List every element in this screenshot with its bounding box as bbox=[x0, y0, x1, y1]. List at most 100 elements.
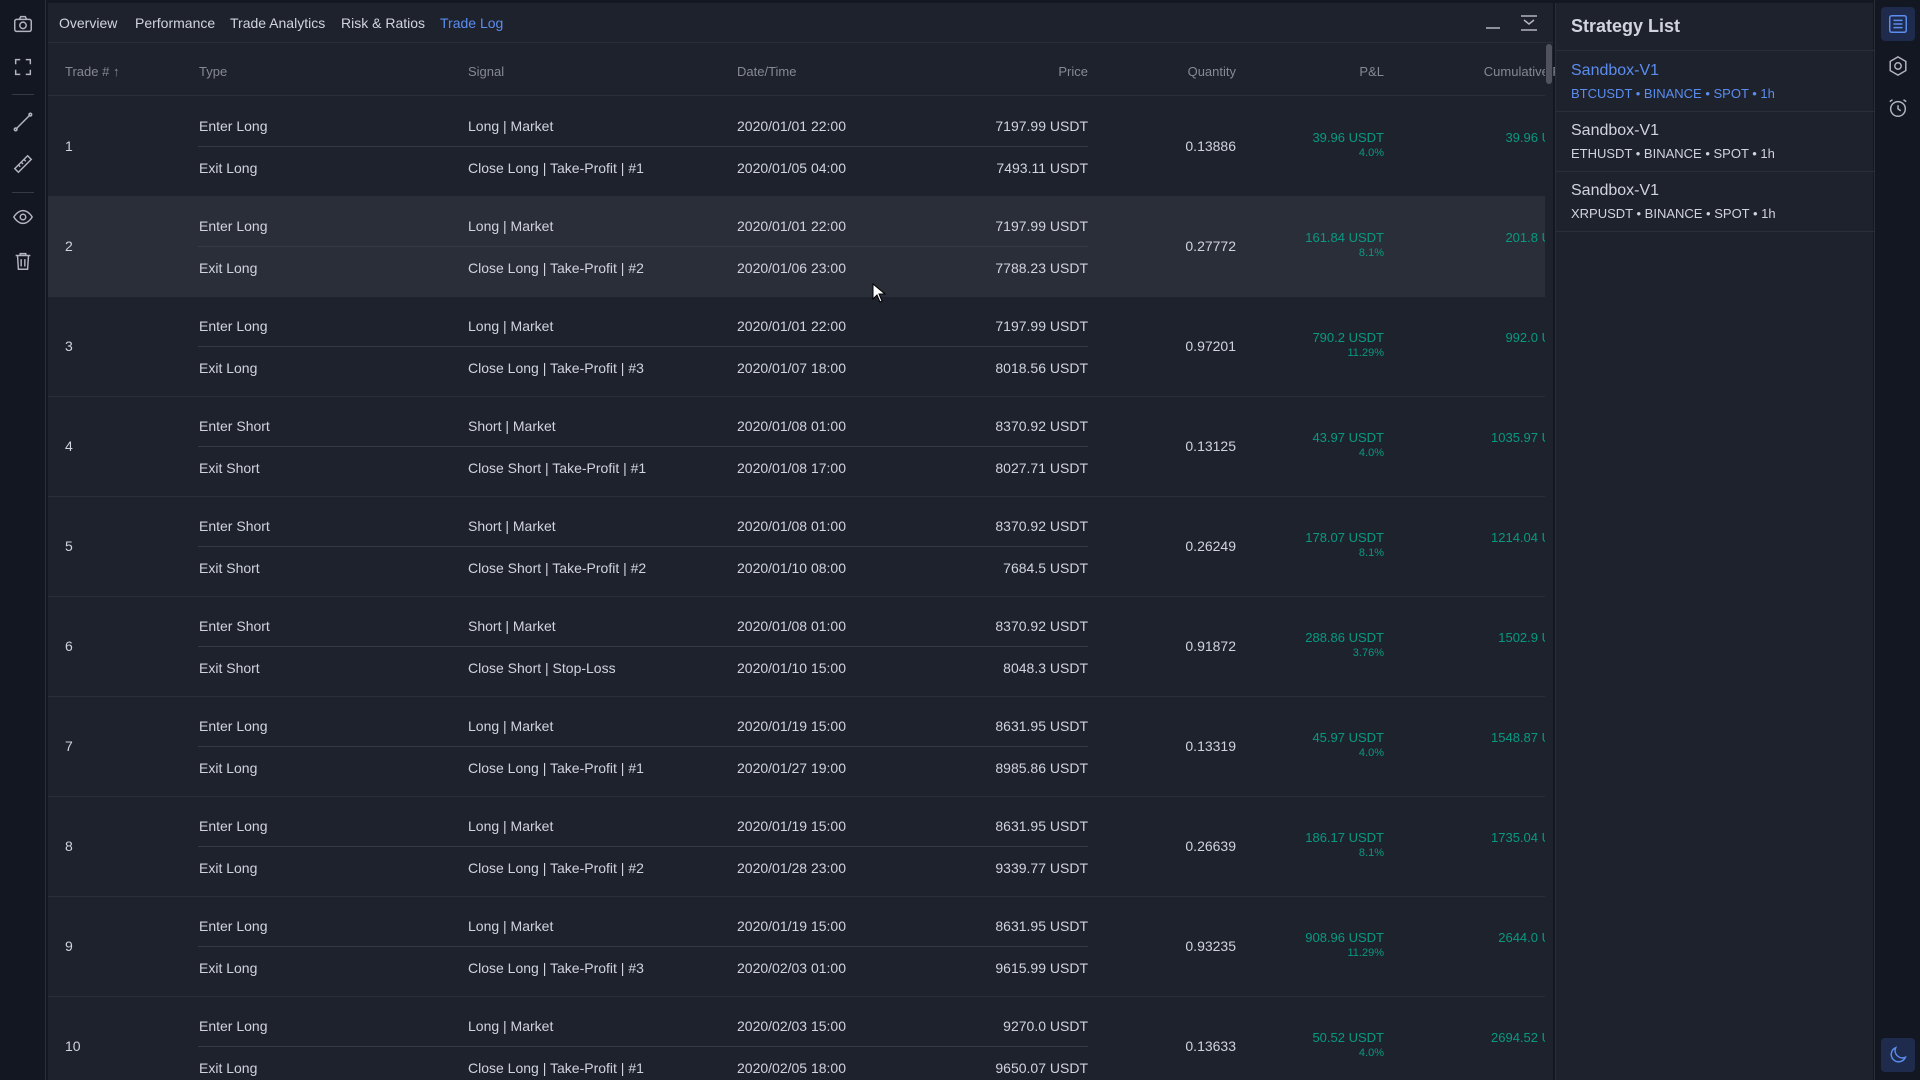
pnl-percent: 4.0% bbox=[1358, 747, 1384, 759]
entry-type: Enter Long bbox=[199, 218, 268, 234]
tab-trade-analytics[interactable]: Trade Analytics bbox=[230, 15, 325, 31]
strategy-item[interactable]: Sandbox-V1 ETHUSDT • BINANCE • SPOT • 1h bbox=[1556, 112, 1874, 172]
table-row[interactable]: 4 Enter Short Short | Market 2020/01/08 01:… bbox=[48, 397, 1545, 497]
cumulative-pnl-value: 39.96 USDT0.4% bbox=[1378, 130, 1545, 159]
entry-signal: Long | Market bbox=[468, 318, 554, 334]
column-signal[interactable]: Signal bbox=[468, 64, 504, 79]
column-type[interactable]: Type bbox=[199, 64, 227, 79]
entry-time: 2020/01/19 15:00 bbox=[737, 918, 846, 934]
cumulative-pnl-value: 2644.0 USDT7.75% bbox=[1378, 930, 1545, 959]
mouse-cursor-icon bbox=[872, 283, 886, 303]
tab-overview[interactable]: Overview bbox=[59, 15, 117, 31]
quantity: 0.26639 bbox=[1185, 838, 1236, 854]
eye-icon[interactable] bbox=[9, 203, 37, 231]
strategy-item[interactable]: Sandbox-V1 BTCUSDT • BINANCE • SPOT • 1h bbox=[1556, 52, 1874, 112]
maximize-panel-icon[interactable] bbox=[1518, 13, 1540, 33]
exit-price: 8048.3 USDT bbox=[1003, 660, 1088, 676]
pnl-percent: 4.0% bbox=[1358, 1047, 1384, 1059]
camera-icon[interactable] bbox=[9, 10, 37, 38]
cumulative-pnl-percent: 0.4% bbox=[1378, 447, 1545, 459]
entry-price: 7197.99 USDT bbox=[995, 318, 1088, 334]
left-toolbar bbox=[0, 0, 46, 1080]
exit-type: Exit Short bbox=[199, 660, 260, 676]
exit-time: 2020/01/08 17:00 bbox=[737, 460, 846, 476]
quantity: 0.93235 bbox=[1185, 938, 1236, 954]
entry-time: 2020/01/08 01:00 bbox=[737, 418, 846, 434]
column-pnl[interactable]: P&L bbox=[1248, 64, 1384, 79]
cumulative-pnl-value: 1735.04 USDT1.61% bbox=[1378, 830, 1545, 859]
cumulative-pnl-percent: 1.61% bbox=[1378, 847, 1545, 859]
scrollbar-thumb[interactable] bbox=[1546, 44, 1552, 84]
table-row[interactable]: 6 Enter Short Short | Market 2020/01/08 01:… bbox=[48, 597, 1545, 697]
pnl-value: 908.96 USDT 11.29% bbox=[1248, 930, 1384, 959]
column-quantity[interactable]: Quantity bbox=[1098, 64, 1236, 79]
pnl-percent: 11.29% bbox=[1347, 947, 1385, 959]
trade-number: 6 bbox=[65, 638, 73, 654]
entry-price: 8631.95 USDT bbox=[995, 818, 1088, 834]
exit-time: 2020/01/27 19:00 bbox=[737, 760, 846, 776]
table-row[interactable]: 10 Enter Long Long | Market 2020/02/03 15:0… bbox=[48, 997, 1545, 1080]
table-row[interactable]: 5 Enter Short Short | Market 2020/01/08 01:… bbox=[48, 497, 1545, 597]
strategy-list-header: Strategy List bbox=[1556, 3, 1874, 51]
strategy-meta: ETHUSDT • BINANCE • SPOT • 1h bbox=[1571, 146, 1775, 161]
ruler-icon[interactable] bbox=[9, 150, 37, 178]
pnl-value: 50.52 USDT 4.0% bbox=[1248, 1030, 1384, 1059]
strategy-item[interactable]: Sandbox-V1 XRPUSDT • BINANCE • SPOT • 1h bbox=[1556, 172, 1874, 232]
exit-type: Exit Long bbox=[199, 860, 258, 876]
table-row[interactable]: 9 Enter Long Long | Market 2020/01/19 15:00… bbox=[48, 897, 1545, 997]
row-divider bbox=[198, 746, 1088, 747]
pnl-value: 161.84 USDT 8.1% bbox=[1248, 230, 1384, 259]
moon-icon[interactable] bbox=[1881, 1038, 1915, 1072]
quantity: 0.97201 bbox=[1185, 338, 1236, 354]
entry-price: 8370.92 USDT bbox=[995, 418, 1088, 434]
pnl-value: 288.86 USDT 3.76% bbox=[1248, 630, 1384, 659]
row-divider bbox=[198, 246, 1088, 247]
pnl-value: 790.2 USDT 11.29% bbox=[1248, 330, 1384, 359]
trade-number: 10 bbox=[65, 1038, 81, 1054]
fullscreen-icon[interactable] bbox=[9, 53, 37, 81]
table-row[interactable]: 2 Enter Long Long | Market 2020/01/01 22:00… bbox=[48, 197, 1545, 297]
toolbar-divider bbox=[12, 94, 34, 95]
exit-price: 8985.86 USDT bbox=[995, 760, 1088, 776]
entry-time: 2020/02/03 15:00 bbox=[737, 1018, 846, 1034]
list-icon[interactable] bbox=[1881, 7, 1915, 41]
entry-time: 2020/01/19 15:00 bbox=[737, 718, 846, 734]
column-price[interactable]: Price bbox=[948, 64, 1088, 79]
trash-icon[interactable] bbox=[9, 247, 37, 275]
table-row[interactable]: 3 Enter Long Long | Market 2020/01/01 22:00… bbox=[48, 297, 1545, 397]
pnl-percent: 8.1% bbox=[1358, 847, 1384, 859]
table-row[interactable]: 1 Enter Long Long | Market 2020/01/01 22:00… bbox=[48, 97, 1545, 197]
exit-price: 7788.23 USDT bbox=[995, 260, 1088, 276]
table-row[interactable]: 8 Enter Long Long | Market 2020/01/19 15:00… bbox=[48, 797, 1545, 897]
strategy-list-panel: Strategy List Sandbox-V1 BTCUSDT • BINAN… bbox=[1555, 3, 1874, 1080]
trade-table-body: 1 Enter Long Long | Market 2020/01/01 22:00… bbox=[48, 97, 1545, 1080]
minimize-icon[interactable] bbox=[1482, 13, 1504, 33]
scrollbar[interactable] bbox=[1545, 44, 1553, 1080]
exit-price: 9339.77 USDT bbox=[995, 860, 1088, 876]
column-trade-number[interactable]: Trade # ↑ bbox=[65, 64, 119, 79]
exit-time: 2020/01/07 18:00 bbox=[737, 360, 846, 376]
exit-price: 7684.5 USDT bbox=[1003, 560, 1088, 576]
trend-line-icon[interactable] bbox=[9, 108, 37, 136]
row-divider bbox=[198, 346, 1088, 347]
exit-type: Exit Short bbox=[199, 460, 260, 476]
settings-icon[interactable] bbox=[1881, 49, 1915, 83]
cumulative-pnl-percent: 7.75% bbox=[1378, 347, 1545, 359]
entry-type: Enter Long bbox=[199, 718, 268, 734]
alarm-clock-icon[interactable] bbox=[1881, 91, 1915, 125]
entry-price: 7197.99 USDT bbox=[995, 118, 1088, 134]
quantity: 0.13319 bbox=[1185, 738, 1236, 754]
entry-time: 2020/01/01 22:00 bbox=[737, 218, 846, 234]
cumulative-pnl-value: 1214.04 USDT1.61% bbox=[1378, 530, 1545, 559]
tab-performance[interactable]: Performance bbox=[135, 15, 215, 31]
entry-price: 7197.99 USDT bbox=[995, 218, 1088, 234]
exit-time: 2020/01/10 15:00 bbox=[737, 660, 846, 676]
exit-signal: Close Short | Take-Profit | #2 bbox=[468, 560, 647, 576]
entry-signal: Long | Market bbox=[468, 918, 554, 934]
exit-time: 2020/01/06 23:00 bbox=[737, 260, 846, 276]
tab-risk-ratios[interactable]: Risk & Ratios bbox=[341, 15, 425, 31]
table-row[interactable]: 7 Enter Long Long | Market 2020/01/19 15:00… bbox=[48, 697, 1545, 797]
tab-trade-log[interactable]: Trade Log bbox=[440, 15, 503, 31]
column-date-time[interactable]: Date/Time bbox=[737, 64, 796, 79]
entry-signal: Long | Market bbox=[468, 718, 554, 734]
